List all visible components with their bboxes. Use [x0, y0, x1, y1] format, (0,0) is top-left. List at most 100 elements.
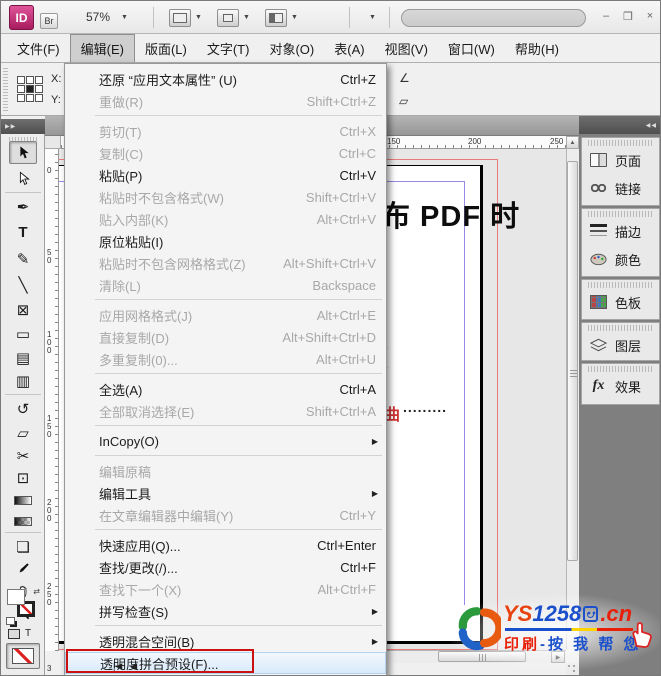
menu-view[interactable]: 视图(V) — [375, 34, 438, 62]
menu-item-undo[interactable]: 还原 “应用文本属性” (U)Ctrl+Z — [65, 68, 386, 90]
menu-item-find-change[interactable]: 查找/更改(/)...Ctrl+F — [65, 556, 386, 578]
maximize-button[interactable]: ❐ — [619, 9, 637, 23]
bridge-button[interactable]: Br — [40, 13, 58, 29]
pen-tool[interactable]: ✒ — [9, 195, 37, 218]
menu-item-clear[interactable]: 清除(L)Backspace — [65, 274, 386, 296]
menu-item-edit-in-story-editor[interactable]: 在文章编辑器中编辑(Y)Ctrl+Y — [65, 504, 386, 526]
gradient-tool[interactable] — [9, 489, 37, 512]
workspace-dropdown-caret[interactable]: ▼ — [369, 14, 376, 21]
horizontal-grid-tool[interactable]: ▤ — [9, 346, 37, 369]
frame-tool[interactable]: ⊠ — [9, 298, 37, 321]
menu-table[interactable]: 表(A) — [324, 34, 374, 62]
gradient-feather-tool[interactable] — [9, 510, 37, 533]
ruler-tick-label: 150 — [387, 137, 400, 146]
dock-collapse-icon[interactable]: ◀◀ — [646, 122, 657, 129]
selection-tool[interactable] — [9, 141, 37, 164]
menu-item-select-all[interactable]: 全选(A)Ctrl+A — [65, 378, 386, 400]
eyedropper-tool[interactable] — [9, 557, 37, 580]
menu-item-copy[interactable]: 复制(C)Ctrl+C — [65, 142, 386, 164]
swatches-icon — [590, 295, 607, 309]
rectangle-tool[interactable]: ▭ — [9, 322, 37, 345]
dock-header[interactable]: ◀◀ — [579, 116, 661, 134]
menu-item-find-next[interactable]: 查找下一个(X)Alt+Ctrl+F — [65, 578, 386, 600]
menu-item-paste-without-grid-format[interactable]: 粘贴时不包含网格格式(Z)Alt+Shift+Ctrl+V — [65, 252, 386, 274]
menu-item-spelling[interactable]: 拼写检查(S)▶ — [65, 600, 386, 622]
close-button[interactable]: × — [641, 9, 659, 23]
watermark: YS1258.cn 印刷-按 我 帮 您 — [451, 595, 661, 669]
menu-item-step-and-repeat[interactable]: 多重复制(0)...Alt+Ctrl+U — [65, 348, 386, 370]
reference-point-proxy[interactable] — [17, 76, 43, 102]
scissors-tool[interactable]: ✂ — [9, 444, 37, 467]
y-coordinate-label: Y: — [51, 94, 61, 106]
scale-tool[interactable]: ▱ — [9, 421, 37, 444]
submenu-arrow-icon: ▶ — [372, 489, 378, 498]
view-options-caret[interactable]: ▼ — [195, 14, 202, 21]
menu-type[interactable]: 文字(T) — [197, 34, 260, 62]
submenu-arrow-icon: ▶ — [372, 607, 378, 616]
free-transform-tool[interactable]: ⊡ — [9, 466, 37, 489]
menu-item-paste-without-formatting[interactable]: 粘贴时不包含格式(W)Shift+Ctrl+V — [65, 186, 386, 208]
minimize-button[interactable]: – — [597, 9, 615, 23]
menu-item-apply-grid-format[interactable]: 应用网格格式(J)Alt+Ctrl+E — [65, 304, 386, 326]
direct-selection-tool[interactable] — [9, 167, 37, 190]
menu-object[interactable]: 对象(O) — [259, 34, 324, 62]
effects-panel-button[interactable]: fx 效果 — [582, 372, 659, 400]
pages-panel-button[interactable]: 页面 — [582, 146, 659, 174]
menu-item-edit-with[interactable]: 编辑工具▶ — [65, 482, 386, 504]
menu-item-cut[interactable]: 剪切(T)Ctrl+X — [65, 120, 386, 142]
note-tool[interactable]: ❏ — [9, 535, 37, 558]
menu-separator — [95, 115, 382, 116]
menu-help[interactable]: 帮助(H) — [505, 34, 569, 62]
apply-none-button[interactable] — [6, 643, 40, 669]
first-page-button[interactable]: |◀ — [113, 661, 122, 672]
menu-edit[interactable]: 编辑(E) — [70, 34, 135, 62]
screen-mode-caret[interactable]: ▼ — [243, 14, 250, 21]
fill-stroke-swatches[interactable]: ⇄ — [6, 589, 40, 621]
links-panel-button[interactable]: 链接 — [582, 174, 659, 202]
previous-page-button[interactable]: ◀ — [130, 661, 137, 672]
menu-item-quick-apply[interactable]: 快速应用(Q)...Ctrl+Enter — [65, 534, 386, 556]
zoom-level-value[interactable]: 57% — [86, 10, 110, 24]
arrange-documents-icon[interactable] — [265, 9, 287, 27]
screen-mode-icon[interactable] — [217, 9, 239, 27]
links-icon — [590, 181, 607, 195]
tools-panel-header[interactable]: ▶▶ — [1, 119, 45, 134]
menu-item-paste-in-place[interactable]: 原位粘贴(I) — [65, 230, 386, 252]
color-palette-icon — [590, 252, 607, 266]
menu-file[interactable]: 文件(F) — [7, 34, 70, 62]
menu-window[interactable]: 窗口(W) — [438, 34, 505, 62]
menu-item-deselect-all[interactable]: 全部取消选择(E)Shift+Ctrl+A — [65, 400, 386, 422]
zoom-dropdown-caret[interactable]: ▼ — [121, 14, 128, 21]
swap-fill-stroke-icon[interactable]: ⇄ — [33, 587, 40, 596]
rotate-tool[interactable]: ↺ — [9, 397, 37, 420]
menu-item-redo[interactable]: 重做(R)Shift+Ctrl+Z — [65, 90, 386, 112]
fx-effects-icon: fx — [590, 378, 607, 394]
view-options-icon[interactable] — [169, 9, 191, 27]
color-panel-button[interactable]: 颜色 — [582, 245, 659, 273]
formatting-affects-container-icon[interactable] — [8, 629, 20, 639]
line-tool[interactable]: ╲ — [9, 273, 37, 296]
menu-layout[interactable]: 版面(L) — [135, 34, 197, 62]
search-input[interactable] — [401, 9, 586, 27]
menu-item-duplicate[interactable]: 直接复制(D)Alt+Shift+Ctrl+D — [65, 326, 386, 348]
menu-item-paste-into[interactable]: 贴入内部(K)Alt+Ctrl+V — [65, 208, 386, 230]
vertical-ruler[interactable] — [45, 149, 59, 651]
menu-item-paste[interactable]: 粘贴(P)Ctrl+V — [65, 164, 386, 186]
vertical-scroll-thumb[interactable] — [567, 161, 578, 561]
swatches-panel-button[interactable]: 色板 — [582, 288, 659, 316]
pencil-tool[interactable]: ✎ — [9, 247, 37, 270]
menu-item-edit-original[interactable]: 编辑原稿 — [65, 460, 386, 482]
stroke-panel-button[interactable]: 描边 — [582, 217, 659, 245]
scroll-up-button[interactable]: ▲ — [566, 136, 579, 149]
ruler-origin-box[interactable] — [45, 136, 61, 149]
vertical-grid-tool[interactable]: ▥ — [9, 369, 37, 392]
page-navigation: |◀ ◀ — [113, 659, 137, 673]
fill-swatch[interactable] — [7, 589, 25, 605]
default-fill-stroke-icon[interactable] — [6, 617, 15, 625]
arrange-documents-caret[interactable]: ▼ — [291, 14, 298, 21]
layers-panel-button[interactable]: 图层 — [582, 331, 659, 359]
type-tool[interactable]: T — [9, 221, 37, 244]
menu-item-incopy[interactable]: InCopy(O)▶ — [65, 430, 386, 452]
formatting-affects-text-icon[interactable]: T — [25, 628, 31, 639]
panel-grip[interactable] — [3, 67, 8, 111]
